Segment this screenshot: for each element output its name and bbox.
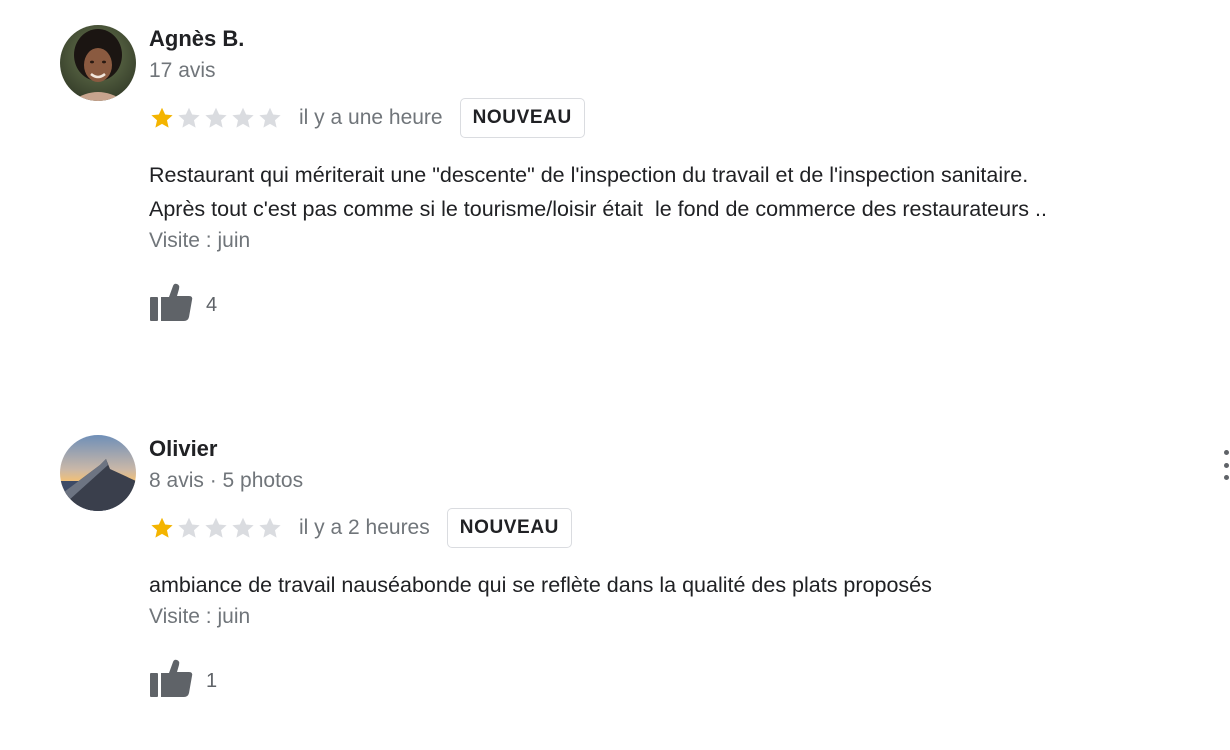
star-icon-empty <box>203 515 229 541</box>
menu-dot <box>1224 462 1229 468</box>
visit-date: Visite : juin <box>149 229 251 252</box>
star-icon-filled <box>149 105 175 131</box>
like-row: 4 <box>149 281 1209 323</box>
star-icon-empty <box>230 515 256 541</box>
reviewer-stats: 17 avis <box>149 59 216 82</box>
reviewer-name[interactable]: Olivier <box>149 435 1209 463</box>
like-count: 4 <box>206 293 218 316</box>
star-icon-empty <box>230 105 256 131</box>
reviewer-stats: 8 avis · 5 photos <box>149 469 304 492</box>
menu-dot <box>1224 475 1229 480</box>
more-vert-icon[interactable] <box>1224 450 1230 480</box>
star-icon-filled <box>149 515 175 541</box>
reviewer-avatar[interactable] <box>60 435 136 511</box>
rating-row: il y a 2 heures NOUVEAU <box>149 508 1209 548</box>
visit-date: Visite : juin <box>149 605 251 628</box>
menu-dot <box>1224 450 1229 455</box>
star-icon-empty <box>176 105 202 131</box>
star-rating <box>149 105 284 131</box>
new-badge: NOUVEAU <box>446 508 572 548</box>
thumbs-up-icon[interactable] <box>149 282 193 322</box>
thumbs-up-icon[interactable] <box>149 658 193 698</box>
reviewer-avatar[interactable] <box>60 25 136 101</box>
like-row: 1 <box>149 657 1209 699</box>
star-icon-empty <box>203 105 229 131</box>
star-icon-empty <box>257 105 283 131</box>
review-text: ambiance de travail nauséabonde qui se r… <box>149 573 932 597</box>
star-icon-empty <box>176 515 202 541</box>
star-rating <box>149 515 284 541</box>
review-time: il y a une heure <box>299 106 443 129</box>
new-badge: NOUVEAU <box>459 98 585 138</box>
star-icon-empty <box>257 515 283 541</box>
reviewer-name[interactable]: Agnès B. <box>149 25 1209 53</box>
like-count: 1 <box>206 669 218 692</box>
review-text: Restaurant qui mériterait une "descente"… <box>149 163 1047 221</box>
rating-row: il y a une heure NOUVEAU <box>149 98 1209 138</box>
review-time: il y a 2 heures <box>299 516 430 539</box>
